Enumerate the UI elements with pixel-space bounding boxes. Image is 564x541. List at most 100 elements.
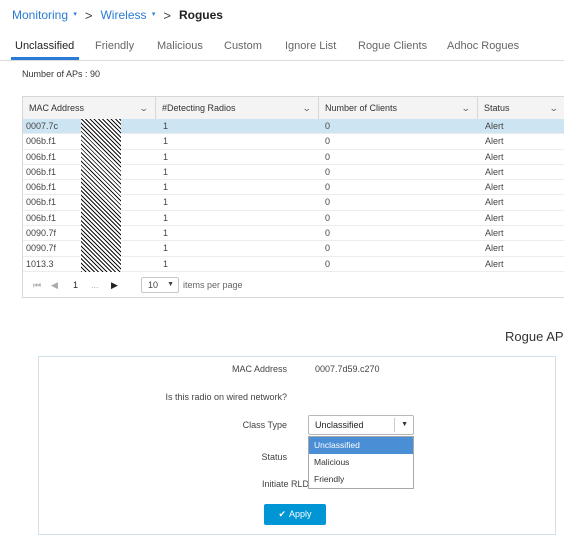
class-type-label: Class Type [242,420,287,430]
tab-malicious[interactable]: Malicious [157,40,203,52]
breadcrumb-separator: > [163,7,171,23]
cell-clients: 0 [325,121,331,131]
check-icon: ✔ [278,509,287,519]
items-per-page-select[interactable]: 10 ▼ [141,277,179,293]
cell-radios: 1 [163,197,169,208]
column-header-status-label: Status [484,103,510,113]
chevron-down-icon[interactable]: ▾ [73,11,77,18]
page-number[interactable]: 1 [73,280,78,290]
column-header-status[interactable]: Status ⌄ [478,97,564,119]
cell-clients: 0 [325,243,331,254]
cell-clients: 0 [325,258,331,269]
cell-mac: 006b.f1 [26,182,57,193]
cell-status: Alert [485,243,504,254]
cell-clients: 0 [325,151,331,162]
cell-mac: 0090.7f [26,243,57,254]
apply-label: Apply [289,509,312,519]
cell-clients: 0 [325,166,331,177]
next-page-icon[interactable]: ▶ [111,280,118,291]
wired-network-label: Is this radio on wired network? [165,392,287,402]
chevron-down-icon[interactable]: ⌄ [302,97,312,119]
cell-mac: 006b.f1 [26,151,57,162]
cell-clients: 0 [325,136,331,147]
detail-title: Rogue AP I [505,329,564,344]
select-divider [394,418,395,432]
rogue-ap-table: MAC Address ⌄ #Detecting Radios ⌄ Number o… [22,96,564,298]
mac-address-value: 0007.7d59.c270 [315,364,380,374]
cell-mac: 006b.f1 [26,166,57,177]
chevron-down-icon[interactable]: ⌄ [461,97,471,119]
cell-mac: 006b.f1 [26,136,57,147]
cell-mac: 006b.f1 [26,197,57,208]
tab-friendly[interactable]: Friendly [95,40,134,52]
first-page-icon[interactable]: ⏮ [33,280,41,291]
class-type-dropdown: Unclassified Malicious Friendly [308,436,414,489]
cell-status: Alert [485,182,504,193]
cell-radios: 1 [163,121,169,131]
chevron-down-icon[interactable]: ⌄ [139,97,149,119]
cell-status: Alert [485,151,504,162]
tab-unclassified[interactable]: Unclassified [15,40,74,52]
tab-bar: Unclassified Friendly Malicious Custom I… [0,38,564,61]
column-header-radios[interactable]: #Detecting Radios ⌄ [156,97,319,119]
cell-radios: 1 [163,228,169,239]
items-per-page-value: 10 [148,280,159,290]
pagination: ⏮ ◀ 1 ... ▶ 10 ▼ items per page [23,275,564,297]
breadcrumb: Monitoring ▾ > Wireless ▾ > Rogues [12,6,223,24]
tab-custom[interactable]: Custom [224,40,262,52]
cell-status: Alert [485,228,504,239]
option-unclassified[interactable]: Unclassified [309,437,413,454]
cell-clients: 0 [325,182,331,193]
cell-status: Alert [485,166,504,177]
tab-ignore-list[interactable]: Ignore List [285,40,336,52]
cell-radios: 1 [163,212,169,223]
cell-status: Alert [485,121,504,131]
page-ellipsis: ... [91,280,99,290]
column-header-clients-label: Number of Clients [325,103,398,113]
rogue-ap-detail-panel: MAC Address 0007.7d59.c270 Is this radio… [38,356,556,535]
column-header-mac-label: MAC Address [29,103,85,113]
redaction-mask [81,119,121,272]
caret-down-icon: ▼ [167,281,174,288]
cell-status: Alert [485,212,504,223]
cell-radios: 1 [163,166,169,177]
cell-radios: 1 [163,182,169,193]
column-header-clients[interactable]: Number of Clients ⌄ [319,97,478,119]
mac-address-label: MAC Address [231,364,287,374]
cell-mac: 006b.f1 [26,212,57,223]
breadcrumb-separator: > [84,7,93,23]
class-type-value: Unclassified [315,420,364,430]
items-per-page-label: items per page [183,280,243,290]
caret-down-icon: ▼ [401,421,408,428]
cell-radios: 1 [163,258,169,269]
breadcrumb-monitoring[interactable]: Monitoring ▾ [12,8,77,22]
cell-clients: 0 [325,228,331,239]
apply-button[interactable]: ✔ Apply [264,504,326,525]
cell-mac: 1013.3 [26,258,54,269]
breadcrumb-wireless-label[interactable]: Wireless [100,8,146,22]
cell-radios: 1 [163,243,169,254]
ap-count: Number of APs : 90 [22,69,101,79]
breadcrumb-wireless[interactable]: Wireless ▾ [100,8,155,22]
column-header-mac[interactable]: MAC Address ⌄ [23,97,156,119]
active-tab-indicator [11,57,79,60]
chevron-down-icon[interactable]: ▾ [152,11,156,18]
class-type-select[interactable]: Unclassified ▼ [308,415,414,435]
cell-status: Alert [485,136,504,147]
tab-rogue-clients[interactable]: Rogue Clients [358,40,427,52]
status-label: Status [261,452,287,462]
chevron-down-icon[interactable]: ⌄ [549,97,559,119]
cell-mac: 0090.7f [26,228,57,239]
option-friendly[interactable]: Friendly [309,471,413,488]
breadcrumb-monitoring-label[interactable]: Monitoring [12,8,68,22]
cell-radios: 1 [163,136,169,147]
cell-status: Alert [485,258,504,269]
cell-clients: 0 [325,212,331,223]
cell-status: Alert [485,197,504,208]
prev-page-icon[interactable]: ◀ [51,280,58,291]
cell-mac: 0007.7c [26,121,59,131]
tab-adhoc-rogues[interactable]: Adhoc Rogues [447,40,519,52]
cell-radios: 1 [163,151,169,162]
column-header-radios-label: #Detecting Radios [162,103,236,113]
option-malicious[interactable]: Malicious [309,454,413,471]
